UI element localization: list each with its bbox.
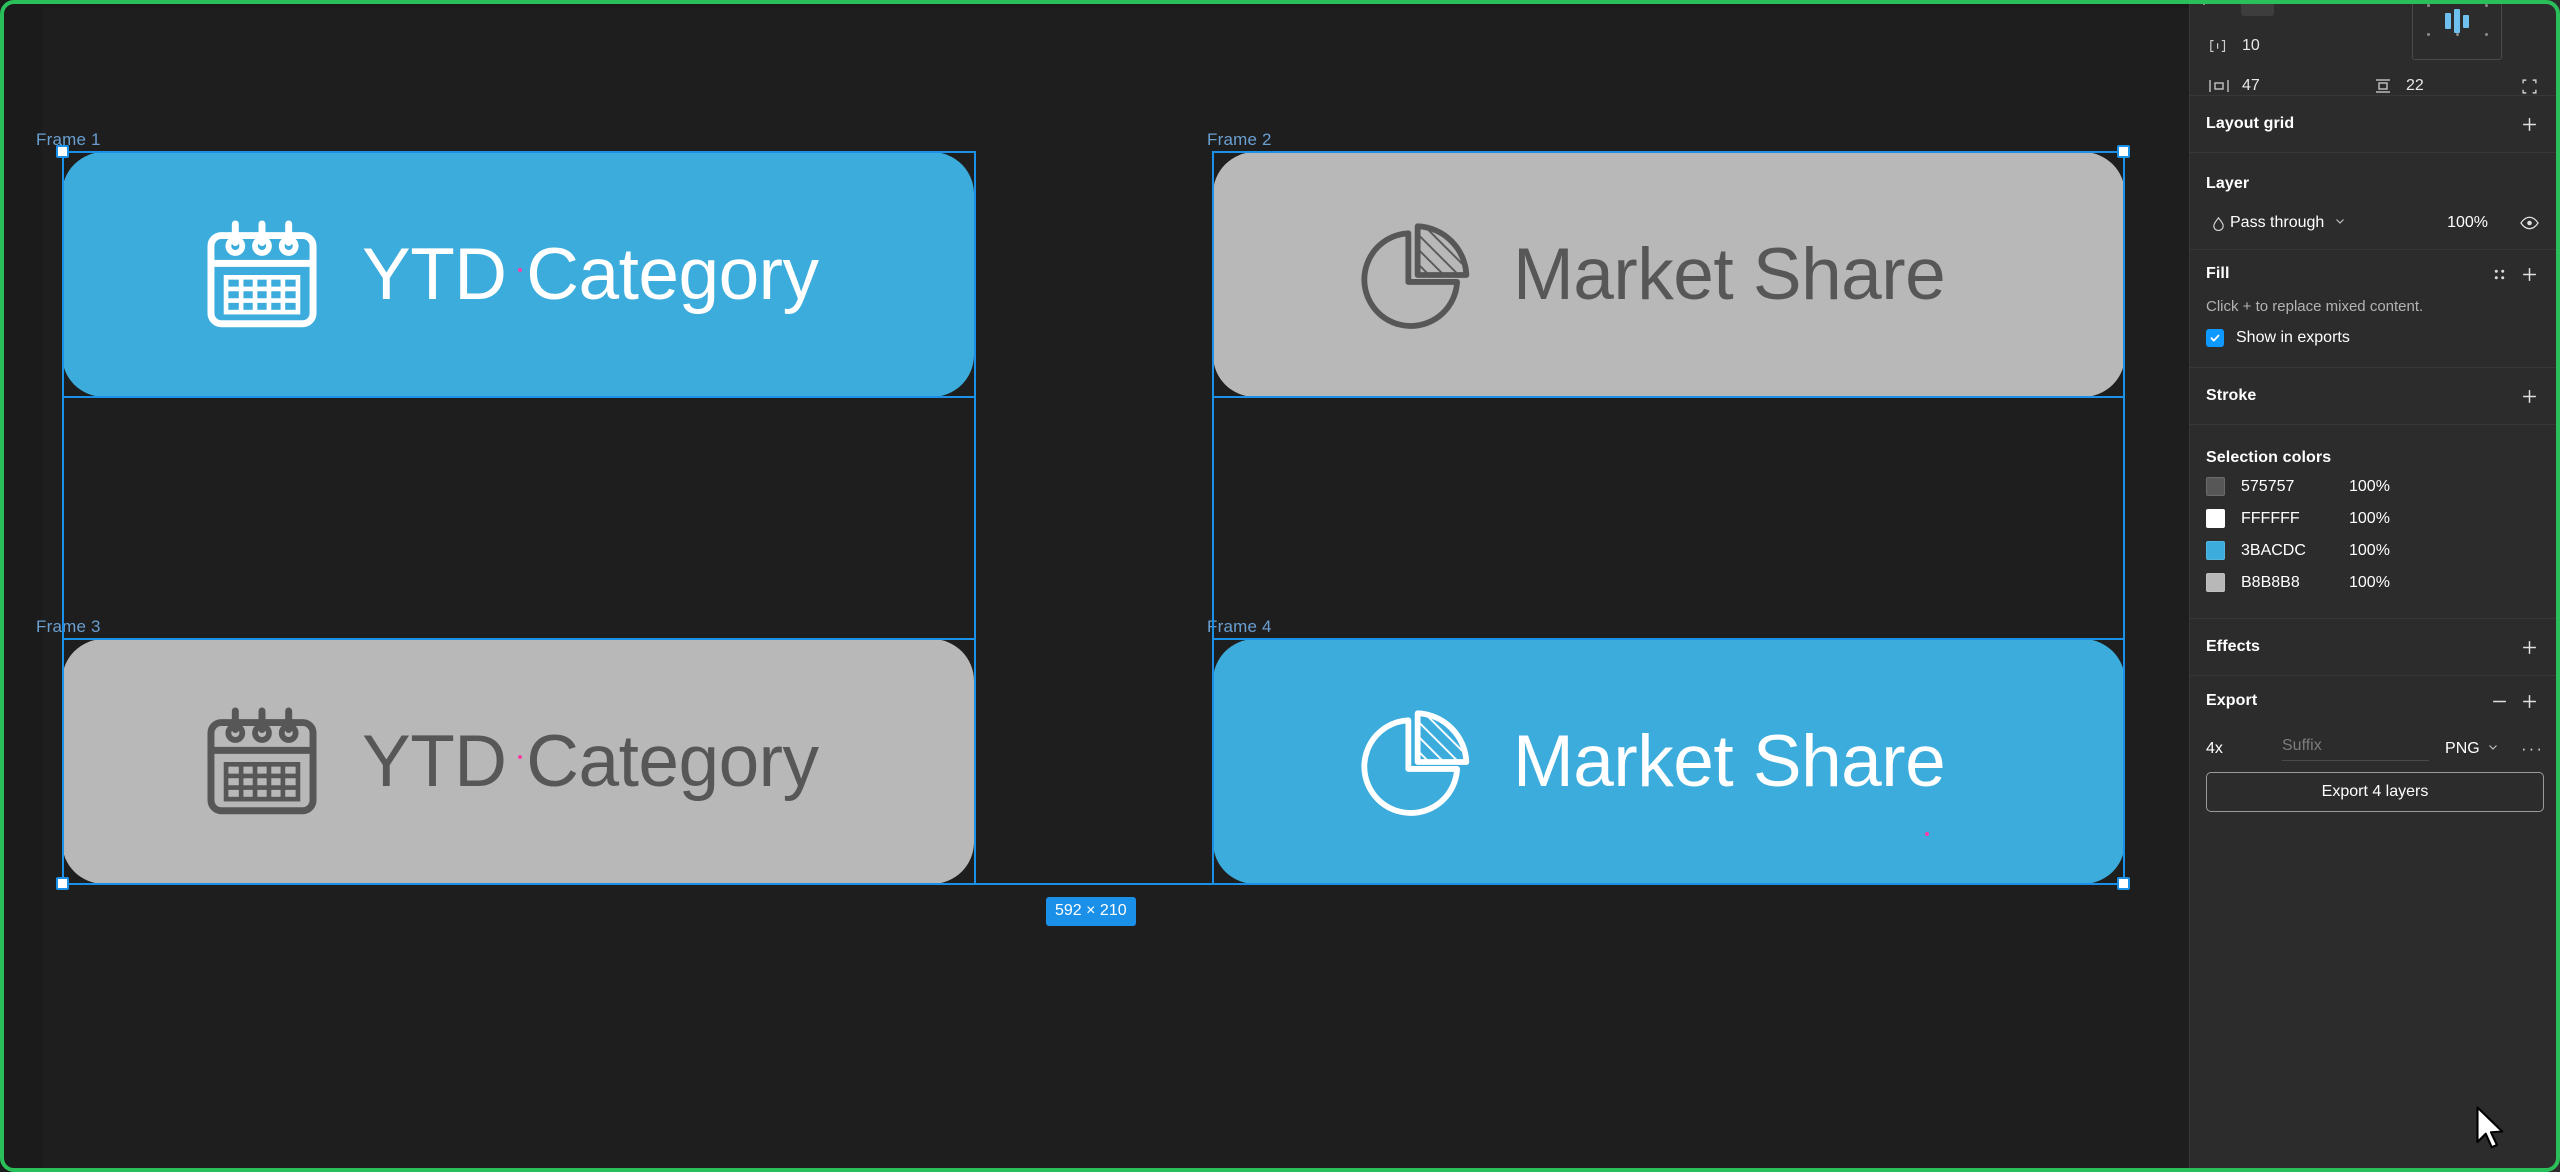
color-hex[interactable]: B8B8B8 — [2241, 574, 2349, 592]
show-in-exports-label: Show in exports — [2236, 329, 2350, 346]
effects-title: Effects — [2206, 638, 2261, 655]
frame-2-market-share[interactable]: Market Share — [1213, 152, 2125, 397]
selection-size-badge: 592 × 210 — [1046, 897, 1136, 926]
ellipsis-icon[interactable]: ··· — [2521, 739, 2544, 759]
horizontal-padding-icon — [2206, 76, 2232, 96]
export-settings-row[interactable]: 4x Suffix PNG ··· — [2206, 726, 2544, 772]
selection-color-row[interactable]: FFFFFF 100% — [2206, 503, 2544, 534]
export-section: Export 4x Suffix PNG ··· Export 4 layers — [2190, 676, 2560, 826]
stroke-title: Stroke — [2206, 387, 2257, 404]
canvas-top-gutter — [0, 0, 2189, 8]
vertical-padding-icon — [2370, 76, 2396, 96]
frame-4-text[interactable]: Market Share — [1513, 720, 1946, 803]
toolbar-partial-icons[interactable] — [2202, 0, 2313, 16]
selection-handle-bottom-left[interactable] — [56, 877, 69, 890]
plus-icon[interactable] — [2514, 686, 2544, 716]
vertical-padding-value[interactable]: 22 — [2406, 77, 2424, 95]
color-swatch[interactable] — [2206, 477, 2225, 496]
export-suffix-input[interactable]: Suffix — [2282, 737, 2430, 761]
plus-icon[interactable] — [2514, 259, 2544, 289]
chevron-down-icon — [2487, 740, 2499, 758]
rotation-icon[interactable] — [2241, 0, 2274, 16]
color-swatch[interactable] — [2206, 541, 2225, 560]
selection-edge-mid-left — [974, 151, 976, 885]
horizontal-padding-field[interactable]: 47 — [2206, 76, 2324, 96]
blend-mode-dropdown[interactable]: Pass through — [2230, 214, 2346, 232]
fill-hint-text: Click + to replace mixed content. — [2206, 298, 2424, 315]
selection-color-row[interactable]: 3BACDC 100% — [2206, 535, 2544, 566]
color-hex[interactable]: 575757 — [2241, 478, 2349, 496]
frame-4-market-share[interactable]: Market Share — [1213, 639, 2125, 884]
corner-radius-icon[interactable] — [2202, 0, 2219, 12]
show-in-exports-row[interactable]: Show in exports — [2206, 329, 2544, 367]
calendar-icon — [207, 706, 317, 814]
corner-radius-field[interactable]: 10 — [2206, 36, 2324, 56]
export-layers-button[interactable]: Export 4 layers — [2206, 772, 2544, 812]
distribute-popover[interactable] — [2412, 0, 2502, 60]
frame-measurements-block: ··· 10 47 22 — [2190, 0, 2560, 96]
color-hex[interactable]: FFFFFF — [2241, 510, 2349, 528]
export-format-dropdown[interactable]: PNG — [2445, 740, 2521, 758]
minus-icon[interactable] — [2484, 686, 2514, 716]
vertical-padding-field[interactable]: 22 — [2370, 76, 2490, 96]
frame-3-ytd-category[interactable]: YTD Category — [62, 639, 974, 884]
color-opacity[interactable]: 100% — [2349, 510, 2390, 528]
frame-1-text[interactable]: YTD Category — [362, 233, 819, 316]
horizontal-padding-value[interactable]: 47 — [2242, 77, 2260, 95]
color-swatch[interactable] — [2206, 509, 2225, 528]
frame-label-1[interactable]: Frame 1 — [36, 130, 101, 150]
frame-label-3[interactable]: Frame 3 — [36, 617, 101, 637]
independent-corners-icon — [2206, 36, 2232, 56]
design-properties-panel[interactable]: ··· 10 47 22 Layout grid Layer Pass thro… — [2189, 0, 2560, 1172]
selection-color-row[interactable]: B8B8B8 100% — [2206, 567, 2544, 598]
export-title: Export — [2206, 692, 2258, 709]
pie-chart-icon — [1361, 709, 1470, 816]
frame-2-text[interactable]: Market Share — [1513, 233, 1946, 316]
frame-label-2[interactable]: Frame 2 — [1207, 130, 1272, 150]
color-opacity[interactable]: 100% — [2349, 478, 2390, 496]
layer-section: Layer Pass through 100% — [2190, 153, 2560, 250]
layout-grid-section: Layout grid — [2190, 96, 2560, 153]
plus-icon[interactable] — [2514, 109, 2544, 139]
color-swatch[interactable] — [2206, 573, 2225, 592]
chevron-down-icon — [2334, 214, 2346, 232]
color-hex[interactable]: 3BACDC — [2241, 542, 2349, 560]
stroke-section: Stroke — [2190, 368, 2560, 425]
color-opacity[interactable]: 100% — [2349, 542, 2390, 560]
plus-icon[interactable] — [2514, 381, 2544, 411]
export-scale-value[interactable]: 4x — [2206, 740, 2282, 758]
flip-icon[interactable] — [2296, 0, 2313, 12]
figma-window: Frame 1 Frame 2 Frame 3 Frame 4 YTD Cate… — [0, 0, 2560, 1172]
selection-colors-title: Selection colors — [2206, 449, 2332, 466]
design-canvas[interactable]: Frame 1 Frame 2 Frame 3 Frame 4 YTD Cate… — [0, 0, 2189, 1172]
effects-section: Effects — [2190, 619, 2560, 676]
selection-handle-top-right[interactable] — [2117, 145, 2130, 158]
frame-3-text[interactable]: YTD Category — [362, 720, 819, 803]
export-format-value: PNG — [2445, 740, 2480, 757]
selection-handle-bottom-right[interactable] — [2117, 877, 2130, 890]
corner-radius-value[interactable]: 10 — [2242, 37, 2260, 55]
frame-1-ytd-category[interactable]: YTD Category — [62, 152, 974, 397]
selection-colors-section: Selection colors 575757 100% FFFFFF 100%… — [2190, 425, 2560, 619]
eye-icon[interactable] — [2514, 208, 2544, 238]
pie-chart-icon — [1361, 222, 1470, 329]
frame-label-4[interactable]: Frame 4 — [1207, 617, 1272, 637]
styles-icon[interactable] — [2484, 259, 2514, 289]
show-in-exports-checkbox[interactable] — [2206, 329, 2224, 347]
selection-color-row[interactable]: 575757 100% — [2206, 471, 2544, 502]
plus-icon[interactable] — [2514, 632, 2544, 662]
layout-grid-title: Layout grid — [2206, 115, 2295, 132]
panel-more-icon[interactable]: ··· — [2521, 0, 2546, 12]
color-opacity[interactable]: 100% — [2349, 574, 2390, 592]
layer-opacity-value[interactable]: 100% — [2447, 214, 2488, 232]
blend-mode-value: Pass through — [2230, 214, 2325, 231]
fill-title: Fill — [2206, 265, 2230, 282]
blend-mode-icon[interactable] — [2206, 208, 2230, 238]
layer-title: Layer — [2206, 175, 2250, 192]
calendar-icon — [207, 219, 317, 327]
fill-section: Fill Click + to replace mixed content. S… — [2190, 250, 2560, 368]
canvas-left-gutter — [0, 0, 42, 1172]
distribute-dots — [2413, 0, 2501, 59]
